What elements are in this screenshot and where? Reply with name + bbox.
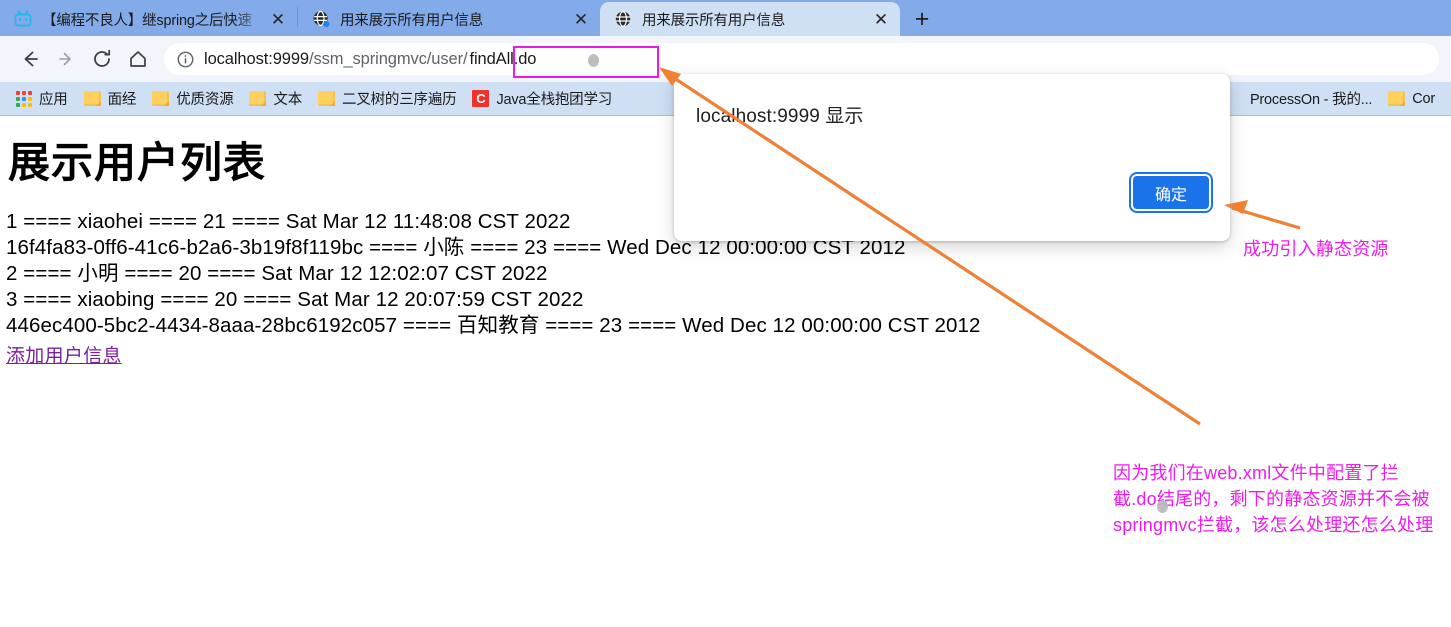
annotation-static-resources: 成功引入静态资源 <box>1243 239 1389 259</box>
folder-icon <box>249 91 267 106</box>
user-row: 2 ==== 小明 ==== 20 ==== Sat Mar 12 12:02:… <box>6 262 548 286</box>
bilibili-tv-icon <box>14 10 32 27</box>
bookmark-label: Cor <box>1412 90 1435 107</box>
tab-title: 【编程不良人】继spring之后快速 <box>42 12 252 29</box>
folder-icon <box>152 91 170 106</box>
bookmark-folder-resources[interactable]: 优质资源 <box>144 86 241 112</box>
tab-close-icon[interactable]: ✕ <box>570 8 592 30</box>
bookmark-label: 应用 <box>39 92 68 108</box>
user-row: 3 ==== xiaobing ==== 20 ==== Sat Mar 12 … <box>6 288 584 312</box>
apps-grid-icon <box>16 90 32 107</box>
back-arrow-icon <box>24 51 38 67</box>
bookmark-label: Java全栈抱团学习 <box>496 92 613 108</box>
home-button[interactable] <box>120 41 156 77</box>
add-user-link[interactable]: 添加用户信息 <box>6 341 122 368</box>
globe-icon <box>615 11 631 27</box>
bookmark-processon[interactable]: ProcessOn - 我的... <box>1242 86 1380 112</box>
forward-arrow-icon <box>59 52 71 66</box>
letter-c-icon: C <box>472 90 490 107</box>
tab-close-icon[interactable]: ✕ <box>870 8 892 30</box>
bookmark-apps[interactable]: 应用 <box>8 86 76 112</box>
bookmark-folder-text[interactable]: 文本 <box>241 86 310 112</box>
dialog-origin-text: localhost:9999 显示 <box>696 106 864 127</box>
home-icon <box>130 51 146 67</box>
bookmark-label: ProcessOn - 我的... <box>1249 92 1373 108</box>
bookmark-label: 优质资源 <box>176 92 234 108</box>
url-host: localhost:9999 <box>204 49 310 68</box>
page-info-icon[interactable] <box>176 50 195 69</box>
address-bar[interactable]: localhost:9999/ssm_springmvc/user/findAl… <box>164 43 1439 75</box>
browser-tab-1[interactable]: 【编程不良人】继spring之后快速 ✕ <box>0 2 297 36</box>
reload-button[interactable] <box>84 41 120 77</box>
bookmark-folder-mianjing[interactable]: 面经 <box>76 86 145 112</box>
folder-icon <box>1388 91 1406 106</box>
url-highlighted-segment: findAll.do <box>469 49 537 68</box>
folder-icon <box>83 91 101 106</box>
bookmark-java-study[interactable]: C Java全栈抱团学习 <box>464 86 620 112</box>
new-tab-button[interactable]: + <box>900 2 944 36</box>
url-path: /ssm_springmvc/user/ <box>309 49 468 68</box>
user-row: 446ec400-5bc2-4434-8aaa-28bc6192c057 ===… <box>6 314 981 338</box>
globe-icon <box>313 10 330 27</box>
bookmark-folder-binary-tree[interactable]: 二叉树的三序遍历 <box>310 86 464 112</box>
url-text: localhost:9999/ssm_springmvc/user/findAl… <box>204 50 538 69</box>
reload-icon <box>94 49 111 67</box>
bookmark-label: 文本 <box>273 92 303 108</box>
bookmark-label: 面经 <box>107 92 137 108</box>
annotation-webxml-explanation: 因为我们在web.xml文件中配置了拦截.do结尾的，剩下的静态资源并不会被sp… <box>1113 463 1434 535</box>
mouse-cursor-artifact-2 <box>1157 500 1168 513</box>
back-button[interactable] <box>12 41 48 77</box>
folder-icon <box>318 91 336 106</box>
bookmark-folder-cor[interactable]: Cor <box>1380 86 1443 112</box>
tab-strip: 【编程不良人】继spring之后快速 ✕ 用来展示所有用户信息 ✕ 用来展示所有… <box>0 0 1451 36</box>
dialog-ok-button[interactable]: 确定 <box>1133 176 1209 209</box>
bookmark-label: 二叉树的三序遍历 <box>342 92 457 108</box>
tab-close-icon[interactable]: ✕ <box>267 8 289 30</box>
browser-tab-3-active[interactable]: 用来展示所有用户信息 ✕ <box>600 2 900 36</box>
tab-title: 用来展示所有用户信息 <box>340 12 483 29</box>
browser-tab-2[interactable]: 用来展示所有用户信息 ✕ <box>298 2 600 36</box>
tab-title: 用来展示所有用户信息 <box>642 12 785 29</box>
javascript-alert-dialog: localhost:9999 显示 确定 <box>674 74 1230 241</box>
mouse-cursor-artifact <box>588 54 599 67</box>
forward-button[interactable] <box>48 41 84 77</box>
